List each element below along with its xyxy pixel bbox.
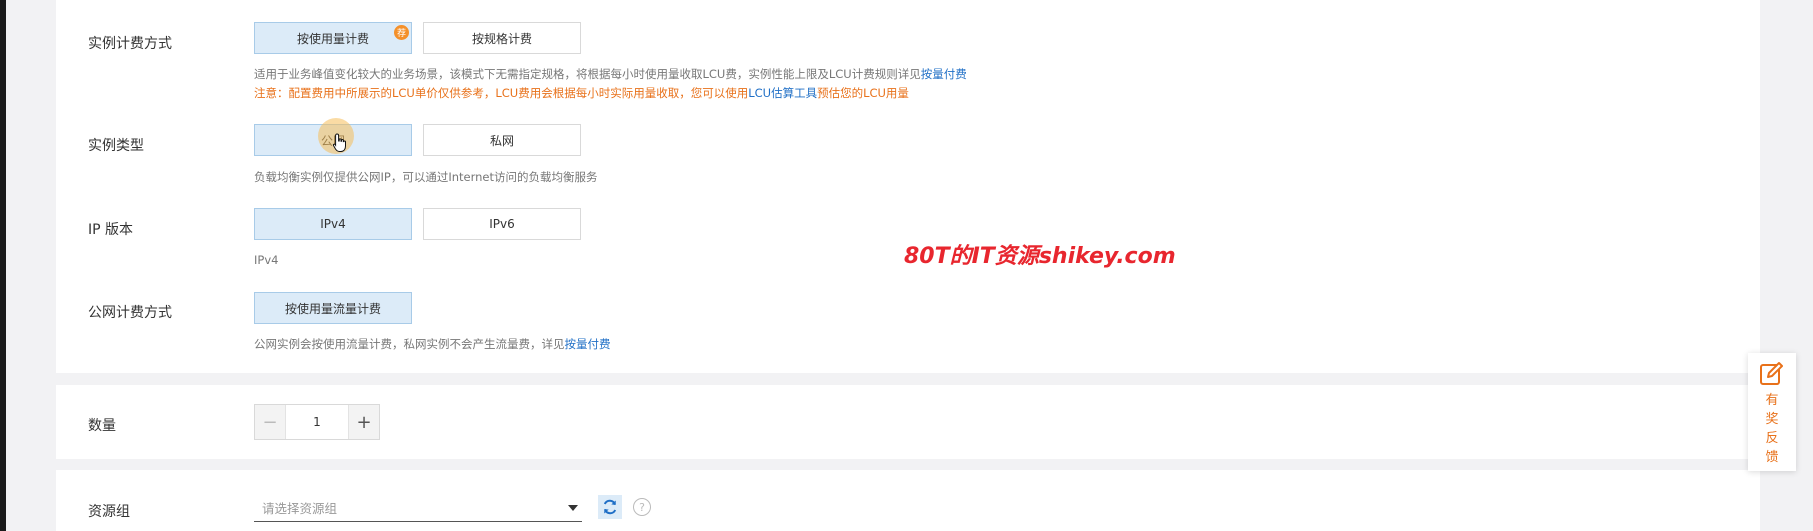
billing-warning-text-2: 预估您的LCU用量 (817, 86, 909, 100)
increment-button[interactable]: + (349, 405, 379, 439)
edit-icon (1760, 362, 1783, 385)
ip-version-option-ipv4[interactable]: IPv4 (254, 208, 412, 240)
public-billing-hint-text: 公网实例会按使用流量计费，私网实例不会产生流量费，详见 (254, 337, 565, 351)
ip-version-option-ipv6[interactable]: IPv6 (423, 208, 581, 240)
public-billing-option-traffic-label: 按使用量流量计费 (284, 301, 381, 316)
billing-option-usage-label: 按使用量计费 (296, 31, 369, 46)
public-billing-hint-link[interactable]: 按量付费 (565, 337, 611, 351)
billing-hint-link[interactable]: 按量付费 (921, 67, 967, 81)
window-edge (0, 0, 6, 531)
instance-type-option-private-label: 私网 (489, 133, 514, 148)
instance-type-hint: 负载均衡实例仅提供公网IP，可以通过Internet访问的负载均衡服务 (254, 170, 598, 184)
public-billing-label: 公网计费方式 (88, 305, 172, 321)
billing-warning: 注意：配置费用中所展示的LCU单价仅供参考，LCU费用会根据每小时实际用量收取，… (254, 85, 909, 101)
billing-label: 实例计费方式 (88, 36, 172, 52)
ip-version-option-ipv4-label: IPv4 (320, 217, 346, 231)
refresh-button[interactable] (598, 495, 622, 519)
billing-option-usage[interactable]: 按使用量计费 荐 (254, 22, 412, 54)
caret-down-icon (568, 505, 578, 511)
resource-group-select[interactable]: 请选择资源组 (254, 494, 582, 522)
watermark-text: 80T的IT资源shikey.com (904, 244, 1176, 269)
lcu-estimator-link[interactable]: LCU估算工具 (748, 86, 817, 100)
billing-option-spec[interactable]: 按规格计费 (423, 22, 581, 54)
decrement-button[interactable]: − (255, 405, 285, 439)
quantity-value[interactable]: 1 (285, 405, 349, 439)
ip-version-hint: IPv4 (254, 253, 279, 267)
billing-warning-text-1: 注意：配置费用中所展示的LCU单价仅供参考，LCU费用会根据每小时实际用量收取，… (254, 86, 749, 100)
ip-version-label: IP 版本 (88, 222, 134, 238)
feedback-widget[interactable]: 有奖反馈 (1748, 353, 1796, 471)
billing-hint: 适用于业务峰值变化较大的业务场景，该模式下无需指定规格，将根据每小时使用量收取L… (254, 66, 967, 82)
resource-group-label: 资源组 (88, 504, 130, 520)
quantity-label: 数量 (88, 418, 116, 434)
ip-version-option-ipv6-label: IPv6 (489, 217, 515, 231)
quantity-stepper[interactable]: − 1 + (254, 404, 380, 440)
billing-hint-text: 适用于业务峰值变化较大的业务场景，该模式下无需指定规格，将根据每小时使用量收取L… (254, 67, 921, 81)
public-billing-hint: 公网实例会按使用流量计费，私网实例不会产生流量费，详见按量付费 (254, 336, 611, 352)
billing-option-spec-label: 按规格计费 (471, 31, 532, 46)
instance-type-option-private[interactable]: 私网 (423, 124, 581, 156)
instance-type-label: 实例类型 (88, 138, 144, 154)
refresh-icon (603, 499, 617, 515)
recommend-badge: 荐 (394, 25, 409, 40)
feedback-label: 有奖反馈 (1765, 393, 1779, 465)
public-billing-option-traffic[interactable]: 按使用量流量计费 (254, 292, 412, 324)
help-icon[interactable]: ? (633, 498, 651, 516)
resource-group-placeholder: 请选择资源组 (262, 501, 338, 516)
hand-cursor-icon (332, 133, 346, 152)
